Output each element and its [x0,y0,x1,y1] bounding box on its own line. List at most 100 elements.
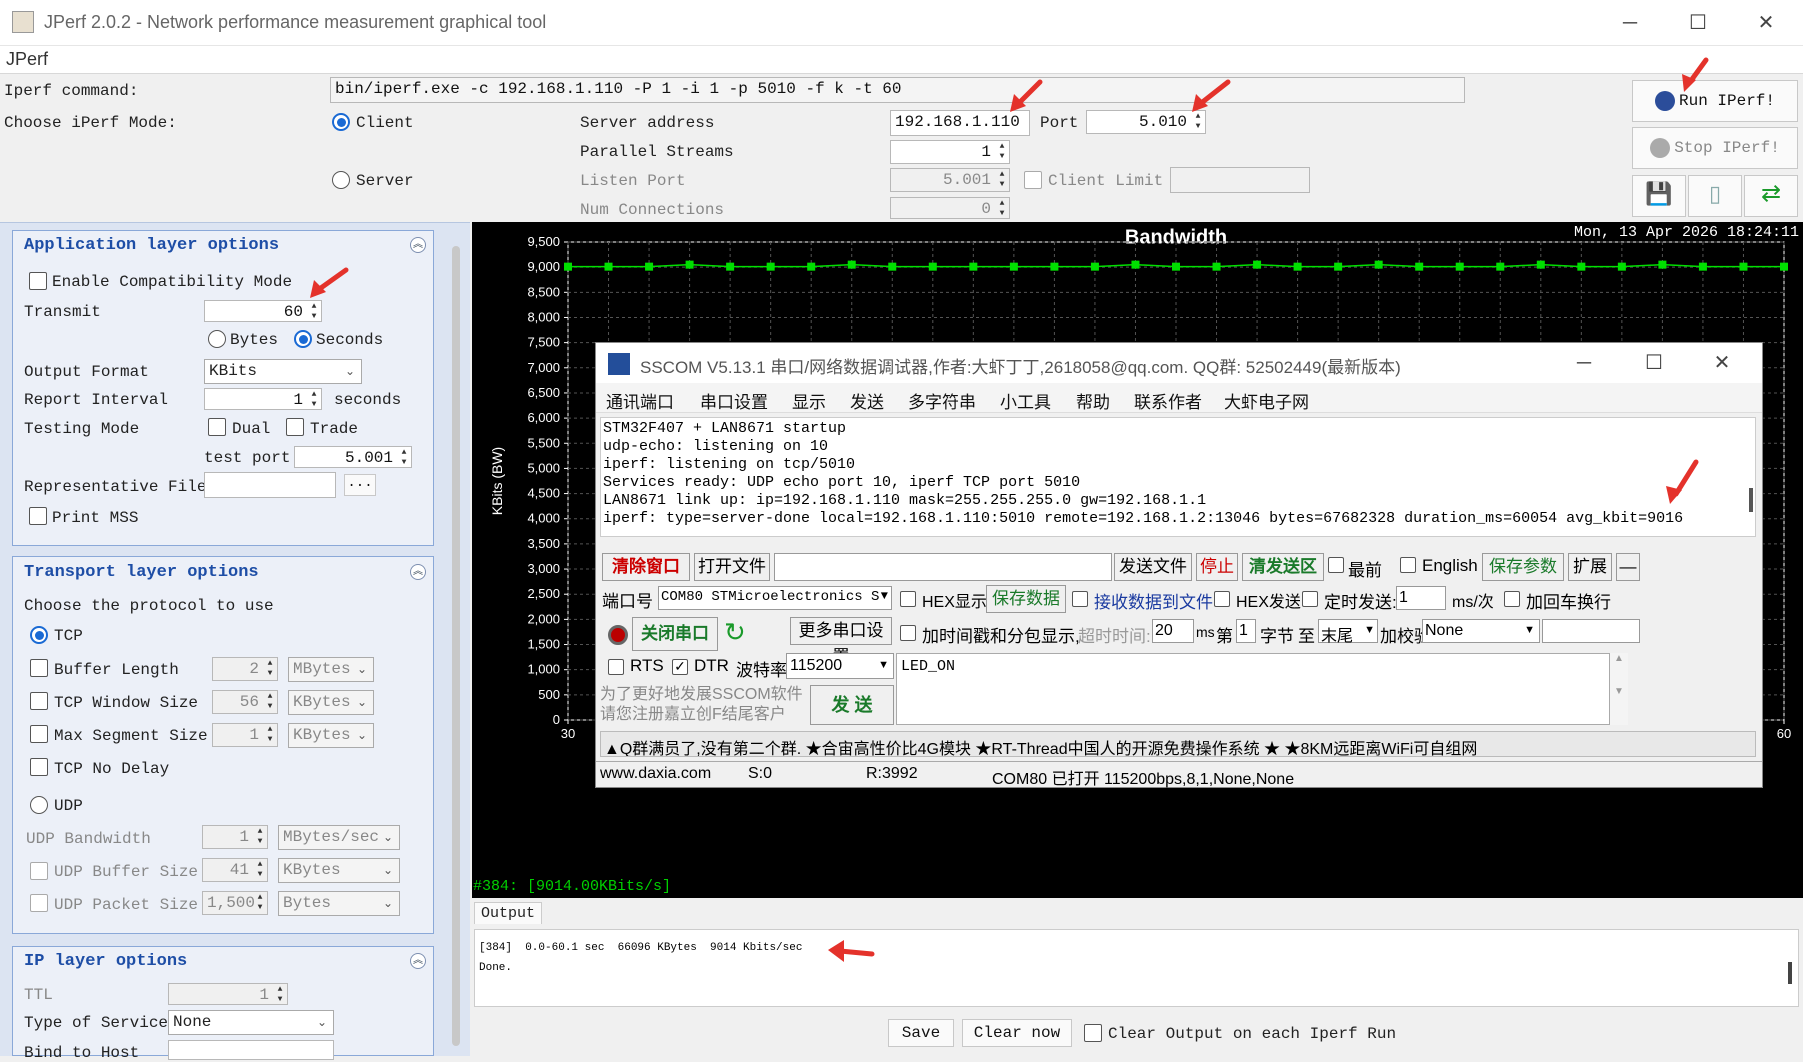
sscom-menu-1[interactable]: 串口设置 [700,388,768,413]
port-field[interactable]: 5.010 ▲ ▼ [1086,110,1206,134]
stop-iperf-button[interactable]: Stop IPerf! [1632,127,1798,169]
hex-send-checkbox[interactable] [1214,591,1230,607]
more-settings-button[interactable]: 更多串口设置 [790,617,892,666]
sscom-menu-7[interactable]: 联系作者 [1134,388,1202,413]
transmit-field[interactable]: 60 ▲ ▼ [204,300,322,322]
tcp-window-checkbox[interactable] [30,692,48,710]
tos-select[interactable]: None ⌄ [168,1010,334,1035]
clear-send-button[interactable]: 清发送区 [1242,553,1324,581]
print-mss-checkbox[interactable] [29,507,47,525]
parallel-field[interactable]: 1 ▲ ▼ [890,140,1010,164]
sscom-menu-6[interactable]: 帮助 [1076,388,1110,413]
run-iperf-button[interactable]: Run IPerf! [1632,80,1798,122]
ttl-field[interactable]: 1 ▲ ▼ [168,983,288,1005]
timed-send-checkbox[interactable] [1302,591,1318,607]
save-output-button[interactable]: Save [888,1019,954,1047]
client-radio[interactable] [332,113,350,131]
udp-buffer-spinner[interactable]: ▲ ▼ [254,860,266,880]
baud-select[interactable]: 115200 ▼ [786,653,894,679]
udp-packet-unit[interactable]: Bytes ⌄ [278,891,400,916]
collapse-icon[interactable]: ︽ [410,564,426,580]
num-conn-field[interactable]: 0 ▲ ▼ [890,197,1010,219]
bind-host-field[interactable] [168,1040,334,1060]
maximize-icon[interactable]: ☐ [1632,348,1676,378]
close-icon[interactable]: ✕ [1700,348,1744,378]
sscom-menu-2[interactable]: 显示 [792,388,826,413]
close-port-button[interactable]: 关闭串口 [632,617,718,651]
timeout-field[interactable]: 20 [1152,619,1194,643]
clear-each-run-checkbox[interactable] [1084,1024,1102,1042]
trade-checkbox[interactable] [286,418,304,436]
max-segment-spinner[interactable]: ▲ ▼ [264,725,276,745]
expand-button[interactable]: 扩展 [1568,553,1612,581]
dtr-checkbox[interactable]: ✓ [672,659,688,675]
timestamp-checkbox[interactable] [900,625,916,641]
buffer-length-field[interactable]: 2 ▲ ▼ [212,657,278,681]
udp-packet-field[interactable]: 1,500 ▲ ▼ [202,891,268,915]
sscom-menu-3[interactable]: 发送 [850,388,884,413]
save-data-button[interactable]: 保存数据 [986,585,1066,613]
maximize-icon[interactable]: ☐ [1676,8,1720,38]
minimize-icon[interactable]: ─ [1608,8,1652,38]
udp-radio[interactable] [30,796,48,814]
bytes-radio[interactable] [208,330,226,348]
status-url[interactable]: www.daxia.com [600,765,711,783]
sscom-receive-area[interactable]: STM32F407 + LAN8671 startup udp-echo: li… [600,417,1756,537]
report-spinner[interactable]: ▲ ▼ [308,390,320,409]
buffer-length-spinner[interactable]: ▲ ▼ [264,659,276,679]
udp-bandwidth-spinner[interactable]: ▲ ▼ [254,827,266,847]
send-text-area[interactable]: LED_ON [896,653,1610,725]
report-interval-field[interactable]: 1 ▲ ▼ [204,388,322,410]
sscom-menu-0[interactable]: 通讯端口 [606,388,674,413]
udp-buffer-checkbox[interactable] [30,862,48,880]
file-path-field[interactable] [774,553,1112,581]
output-format-select[interactable]: KBits ⌄ [204,359,362,384]
server-radio[interactable] [332,171,350,189]
clear-chart-button[interactable]: ▯ [1688,175,1742,217]
save-params-button[interactable]: 保存参数 [1482,553,1564,581]
checksum-result-field[interactable] [1542,619,1640,643]
tcp-radio[interactable] [30,626,48,644]
english-checkbox[interactable] [1400,557,1416,573]
udp-bandwidth-unit[interactable]: MBytes/sec ⌄ [278,825,400,850]
collapse-button[interactable]: — [1616,553,1640,581]
max-segment-field[interactable]: 1 ▲ ▼ [212,723,278,747]
ttl-spinner[interactable]: ▲ ▼ [274,985,286,1004]
compat-checkbox[interactable] [29,272,47,290]
udp-buffer-field[interactable]: 41 ▲ ▼ [202,858,268,882]
port-select[interactable]: COM80 STMicroelectronics S ▼ [658,586,892,610]
send-button[interactable]: 发 送 [810,685,894,725]
tcp-window-field[interactable]: 56 ▲ ▼ [212,690,278,714]
max-segment-unit[interactable]: KBytes ⌄ [288,723,374,748]
udp-packet-checkbox[interactable] [30,894,48,912]
sscom-menu-4[interactable]: 多字符串 [908,388,976,413]
promo-text[interactable]: 为了更好地发展SSCOM软件 请您注册嘉立创F结尾客户 [600,685,808,729]
tcp-window-spinner[interactable]: ▲ ▼ [264,692,276,712]
parallel-spinner[interactable]: ▲ ▼ [996,142,1008,162]
minimize-icon[interactable]: ─ [1562,348,1606,378]
clear-now-button[interactable]: Clear now [962,1019,1072,1047]
buffer-length-unit[interactable]: MBytes ⌄ [288,657,374,682]
port-spinner[interactable]: ▲ ▼ [1192,112,1204,132]
refresh-icon[interactable]: ↻ [724,617,746,648]
client-limit-checkbox[interactable] [1024,171,1042,189]
refresh-button[interactable]: ⇄ [1744,175,1798,217]
rep-file-field[interactable] [204,472,336,498]
sscom-menu-8[interactable]: 大虾电子网 [1224,388,1309,413]
menu-jperf[interactable]: JPerf [6,49,48,70]
client-limit-field[interactable] [1170,167,1310,193]
test-port-field[interactable]: 5.001 ▲ ▼ [294,446,412,468]
udp-buffer-unit[interactable]: KBytes ⌄ [278,858,400,883]
tcp-nodelay-checkbox[interactable] [30,758,48,776]
interval-field[interactable]: 1 [1396,586,1446,610]
output-scrollbar[interactable] [1788,962,1792,984]
stop-button[interactable]: 停止 [1196,553,1238,581]
dual-checkbox[interactable] [208,418,226,436]
output-text-area[interactable]: [384] 0.0-60.1 sec 66096 KBytes 9014 Kbi… [474,929,1799,1007]
end-select[interactable]: 末尾 ▼ [1318,619,1378,645]
hex-display-checkbox[interactable] [900,591,916,607]
listen-port-field[interactable]: 5.001 ▲ ▼ [890,168,1010,192]
num-conn-spinner[interactable]: ▲ ▼ [996,199,1008,218]
browse-button[interactable]: ... [344,474,376,496]
add-crlf-checkbox[interactable] [1504,591,1520,607]
